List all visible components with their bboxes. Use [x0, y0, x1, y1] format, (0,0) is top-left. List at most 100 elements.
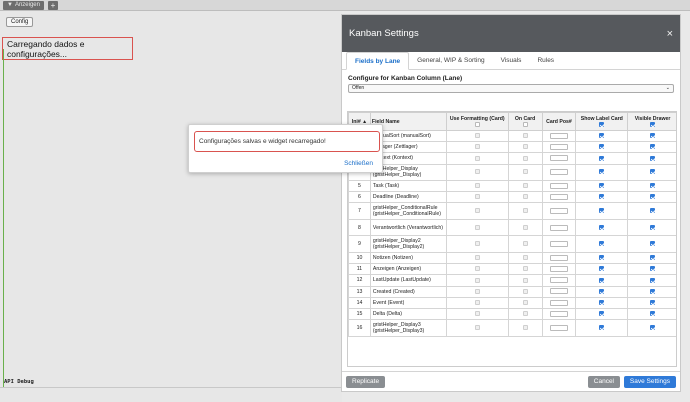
card-pos-input[interactable] — [549, 182, 568, 189]
card-pos-input[interactable] — [549, 155, 568, 162]
visible-drawer-checkbox[interactable] — [650, 144, 656, 150]
show-label-checkbox[interactable] — [599, 324, 605, 330]
show-label-checkbox[interactable] — [599, 183, 605, 189]
on-card-checkbox[interactable] — [522, 299, 528, 305]
card-pos-input[interactable] — [549, 288, 568, 295]
card-pos-input[interactable] — [549, 132, 568, 139]
use-formatting-checkbox[interactable] — [474, 255, 480, 261]
use-formatting-checkbox[interactable] — [474, 311, 480, 317]
row-index: 6 — [348, 191, 371, 204]
visible-drawer-checkbox[interactable] — [650, 155, 656, 161]
card-pos-input[interactable] — [549, 277, 568, 284]
show-label-checkbox[interactable] — [599, 311, 605, 317]
show-label-checkbox[interactable] — [599, 224, 605, 230]
visible-drawer-checkbox[interactable] — [650, 183, 656, 189]
use-formatting-checkbox[interactable] — [474, 288, 480, 294]
card-pos-input[interactable] — [549, 266, 568, 273]
select-all-formatting[interactable] — [474, 121, 480, 127]
visible-drawer-checkbox[interactable] — [650, 169, 656, 175]
card-pos-input[interactable] — [549, 324, 568, 331]
show-label-checkbox[interactable] — [599, 133, 605, 139]
on-card-checkbox[interactable] — [522, 169, 528, 175]
card-pos-input[interactable] — [549, 299, 568, 306]
visible-drawer-checkbox[interactable] — [650, 194, 656, 200]
on-card-checkbox[interactable] — [522, 255, 528, 261]
visible-drawer-checkbox[interactable] — [650, 288, 656, 294]
use-formatting-checkbox[interactable] — [474, 133, 480, 139]
on-card-checkbox[interactable] — [522, 324, 528, 330]
card-pos-input[interactable] — [549, 224, 568, 231]
visible-drawer-checkbox[interactable] — [650, 311, 656, 317]
visible-drawer-checkbox[interactable] — [650, 255, 656, 261]
show-label-checkbox[interactable] — [599, 144, 605, 150]
use-formatting-checkbox[interactable] — [474, 299, 480, 305]
use-formatting-checkbox[interactable] — [474, 155, 480, 161]
show-label-checkbox[interactable] — [599, 155, 605, 161]
config-button[interactable]: Config — [6, 17, 34, 27]
use-formatting-checkbox[interactable] — [474, 183, 480, 189]
on-card-checkbox[interactable] — [522, 266, 528, 272]
visible-drawer-checkbox[interactable] — [650, 324, 656, 330]
select-all-on-card[interactable] — [522, 121, 528, 127]
close-icon[interactable]: × — [667, 28, 673, 40]
show-label-checkbox[interactable] — [599, 208, 605, 214]
tab-general[interactable]: General, WIP & Sorting — [409, 52, 492, 70]
use-formatting-checkbox[interactable] — [474, 324, 480, 330]
show-label-checkbox[interactable] — [599, 266, 605, 272]
use-formatting-checkbox[interactable] — [474, 169, 480, 175]
show-label-checkbox[interactable] — [599, 169, 605, 175]
use-formatting-checkbox[interactable] — [474, 277, 480, 283]
card-pos-input[interactable] — [549, 241, 568, 247]
card-pos-input[interactable] — [549, 194, 568, 201]
card-pos-input[interactable] — [549, 254, 568, 261]
show-label-checkbox[interactable] — [599, 241, 605, 247]
on-card-checkbox[interactable] — [522, 311, 528, 317]
on-card-checkbox[interactable] — [522, 277, 528, 283]
visible-drawer-checkbox[interactable] — [650, 266, 656, 272]
show-label-checkbox[interactable] — [599, 288, 605, 294]
card-pos-input[interactable] — [549, 169, 568, 176]
tab-visuals[interactable]: Visuals — [493, 52, 530, 70]
on-card-checkbox[interactable] — [522, 288, 528, 294]
row-index: 12 — [348, 274, 371, 287]
api-debug-label[interactable]: API Debug — [4, 379, 34, 385]
card-pos-input[interactable] — [549, 144, 568, 151]
use-formatting-checkbox[interactable] — [474, 194, 480, 200]
add-button[interactable]: + — [48, 1, 58, 10]
card-pos-input[interactable] — [549, 310, 568, 317]
cancel-button[interactable]: Cancel — [587, 376, 620, 388]
on-card-checkbox[interactable] — [522, 183, 528, 189]
tab-rules[interactable]: Rules — [529, 52, 562, 70]
select-all-visible-drawer[interactable] — [650, 121, 656, 127]
filter-button[interactable]: ▼ Anzeigen — [3, 1, 44, 10]
use-formatting-checkbox[interactable] — [474, 241, 480, 247]
close-notification-button[interactable]: Schließen — [344, 160, 373, 167]
on-card-checkbox[interactable] — [522, 241, 528, 247]
lane-select[interactable]: Offen ⌄ — [348, 84, 674, 93]
visible-drawer-checkbox[interactable] — [650, 208, 656, 214]
show-label-checkbox[interactable] — [599, 299, 605, 305]
show-label-checkbox[interactable] — [599, 277, 605, 283]
on-card-checkbox[interactable] — [522, 208, 528, 214]
tab-fields-by-lane[interactable]: Fields by Lane — [346, 52, 410, 70]
visible-drawer-checkbox[interactable] — [650, 133, 656, 139]
visible-drawer-checkbox[interactable] — [650, 241, 656, 247]
use-formatting-checkbox[interactable] — [474, 224, 480, 230]
card-pos-input[interactable] — [549, 208, 568, 214]
show-label-checkbox[interactable] — [599, 194, 605, 200]
use-formatting-checkbox[interactable] — [474, 266, 480, 272]
on-card-checkbox[interactable] — [522, 144, 528, 150]
use-formatting-checkbox[interactable] — [474, 208, 480, 214]
visible-drawer-checkbox[interactable] — [650, 224, 656, 230]
save-settings-button[interactable]: Save Settings — [623, 376, 676, 388]
on-card-checkbox[interactable] — [522, 194, 528, 200]
show-label-checkbox[interactable] — [599, 255, 605, 261]
select-all-show-label[interactable] — [599, 121, 605, 127]
visible-drawer-checkbox[interactable] — [650, 299, 656, 305]
on-card-checkbox[interactable] — [522, 224, 528, 230]
use-formatting-checkbox[interactable] — [474, 144, 480, 150]
on-card-checkbox[interactable] — [522, 155, 528, 161]
replicate-button[interactable]: Replicate — [346, 376, 386, 388]
visible-drawer-checkbox[interactable] — [650, 277, 656, 283]
on-card-checkbox[interactable] — [522, 133, 528, 139]
